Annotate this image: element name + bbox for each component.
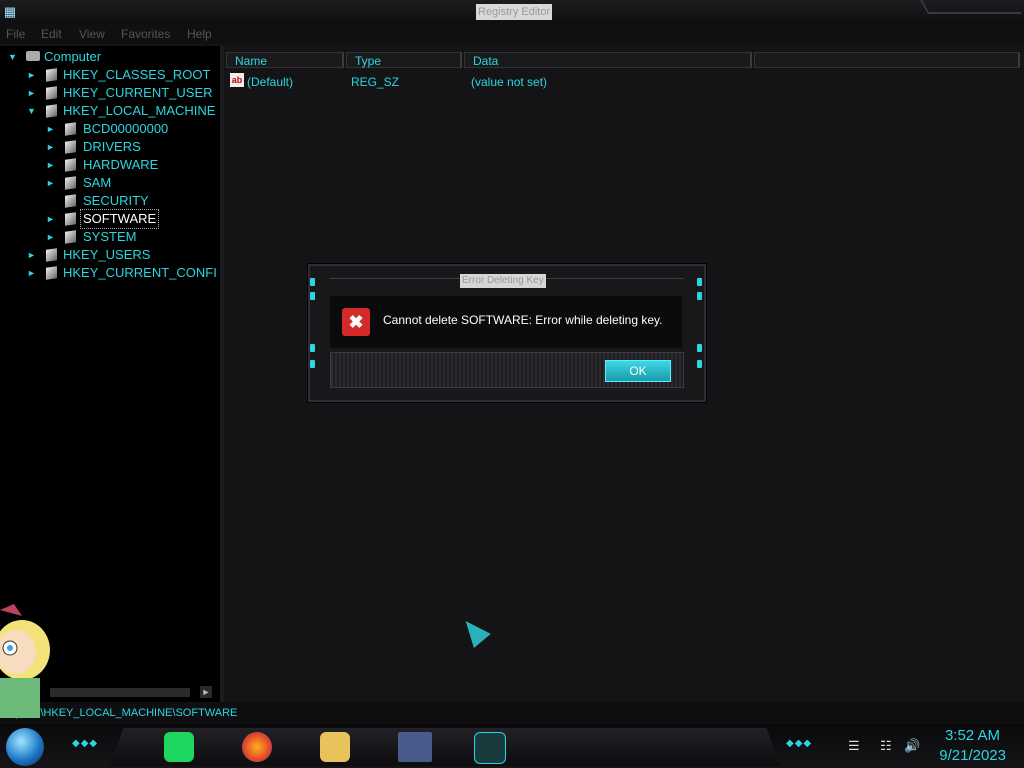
tree-horizontal-scrollbar[interactable]	[50, 688, 190, 697]
spotify-icon[interactable]	[164, 732, 194, 762]
frame-light-icon	[697, 278, 702, 286]
column-header-type[interactable]: Type	[346, 52, 462, 68]
tree-item-label: SECURITY	[83, 193, 149, 208]
firefox-icon[interactable]	[242, 732, 272, 762]
value-type: REG_SZ	[351, 75, 400, 89]
folder-icon	[46, 248, 57, 262]
mascot-character-icon	[0, 604, 50, 718]
expand-icon[interactable]: ►	[46, 210, 56, 228]
computer-icon	[26, 51, 40, 61]
taskbar: ◆◆◆ ◆◆◆ ☰ ☷ 🔊 3:52 AM 9/21/2023	[0, 724, 1024, 768]
folder-icon	[65, 212, 76, 226]
expand-icon[interactable]: ►	[27, 246, 37, 264]
tree-item-label: HKEY_CURRENT_CONFI	[63, 265, 217, 280]
frame-light-icon	[697, 344, 702, 352]
frame-light-icon	[310, 344, 315, 352]
menu-bar: File Edit View Favorites Help	[0, 24, 1024, 44]
folder-icon	[46, 266, 57, 280]
ok-button[interactable]: OK	[605, 360, 671, 382]
dialog-footer: OK	[330, 352, 684, 388]
clock-time[interactable]: 3:52 AM	[945, 727, 1000, 744]
tree-item-label: SAM	[83, 175, 112, 190]
taskbar-deco-icon: ◆◆◆	[72, 738, 99, 749]
status-bar: omputer\HKEY_LOCAL_MACHINE\SOFTWARE	[0, 702, 1024, 724]
frame-light-icon	[310, 360, 315, 368]
volume-icon[interactable]: 🔊	[904, 738, 920, 754]
expand-icon[interactable]: ►	[27, 264, 37, 282]
error-dialog: Error Deleting Key ✖ Cannot delete SOFTW…	[308, 264, 706, 402]
start-button[interactable]	[6, 728, 44, 766]
tree-item-label: Computer	[44, 49, 102, 64]
folder-icon	[65, 158, 76, 172]
menu-help[interactable]: Help	[187, 26, 212, 42]
expand-icon[interactable]: ►	[46, 174, 56, 192]
folder-icon	[46, 104, 57, 118]
menu-file[interactable]: File	[6, 26, 25, 42]
network-icon[interactable]: ☷	[880, 738, 892, 754]
column-header-name[interactable]: Name	[226, 52, 344, 68]
frame-light-icon	[697, 292, 702, 300]
tree-item-label: HKEY_USERS	[63, 247, 151, 262]
registry-editor-icon[interactable]: ▦	[2, 4, 18, 20]
tree-item-label: HKEY_CLASSES_ROOT	[63, 67, 211, 82]
expand-icon[interactable]: ►	[46, 120, 56, 138]
frame-light-icon	[310, 278, 315, 286]
tree-item-label: SYSTEM	[83, 229, 137, 244]
expand-icon[interactable]: ►	[27, 84, 37, 102]
dialog-title: Error Deleting Key	[460, 274, 546, 288]
frame-light-icon	[697, 360, 702, 368]
tree-item-label: DRIVERS	[83, 139, 141, 154]
error-message: Cannot delete SOFTWARE: Error while dele…	[383, 313, 663, 327]
expand-icon[interactable]: ►	[46, 138, 56, 156]
folder-icon	[46, 68, 57, 82]
window-title: Registry Editor	[476, 4, 553, 20]
tree-item-label: SOFTWARE	[79, 209, 160, 229]
folder-icon	[65, 194, 76, 208]
tree-item-label: BCD00000000	[83, 121, 169, 136]
column-header-empty[interactable]	[754, 52, 1020, 68]
taskbar-app-area	[110, 728, 780, 766]
expand-icon[interactable]: ►	[46, 228, 56, 246]
tray-overflow-icon[interactable]: ☰	[848, 738, 860, 754]
menu-favorites[interactable]: Favorites	[121, 26, 170, 42]
folder-icon	[65, 230, 76, 244]
expand-icon[interactable]: ►	[27, 66, 37, 84]
window-controls[interactable]	[919, 0, 1023, 14]
value-data: (value not set)	[471, 75, 548, 89]
folder-icon	[46, 86, 57, 100]
tree-item-label: HARDWARE	[83, 157, 159, 172]
collapse-icon[interactable]: ▼	[27, 102, 37, 120]
frame-light-icon	[310, 292, 315, 300]
column-header-data[interactable]: Data	[464, 52, 752, 68]
tree-item-label: HKEY_LOCAL_MACHINE	[63, 103, 216, 118]
folder-icon	[65, 176, 76, 190]
folder-icon	[65, 122, 76, 136]
clock-date[interactable]: 9/21/2023	[939, 747, 1006, 764]
registry-editor-icon[interactable]	[474, 732, 506, 764]
menu-view[interactable]: View	[79, 26, 105, 42]
dialog-body: ✖ Cannot delete SOFTWARE: Error while de…	[330, 296, 682, 348]
taskbar-deco-icon: ◆◆◆	[786, 738, 813, 749]
scroll-right-arrow-icon[interactable]: ►	[200, 686, 212, 698]
window-icon[interactable]	[398, 732, 432, 762]
string-value-icon: ab	[230, 73, 244, 87]
file-explorer-icon[interactable]	[320, 732, 350, 762]
value-name: (Default)	[247, 75, 294, 89]
expand-icon[interactable]: ►	[46, 156, 56, 174]
folder-icon	[65, 140, 76, 154]
title-bar: ▦ Registry Editor	[0, 0, 1024, 24]
error-icon: ✖	[342, 308, 370, 336]
collapse-icon[interactable]: ▼	[8, 48, 18, 66]
menu-edit[interactable]: Edit	[41, 26, 62, 42]
tree-item-label: HKEY_CURRENT_USER	[63, 85, 213, 100]
